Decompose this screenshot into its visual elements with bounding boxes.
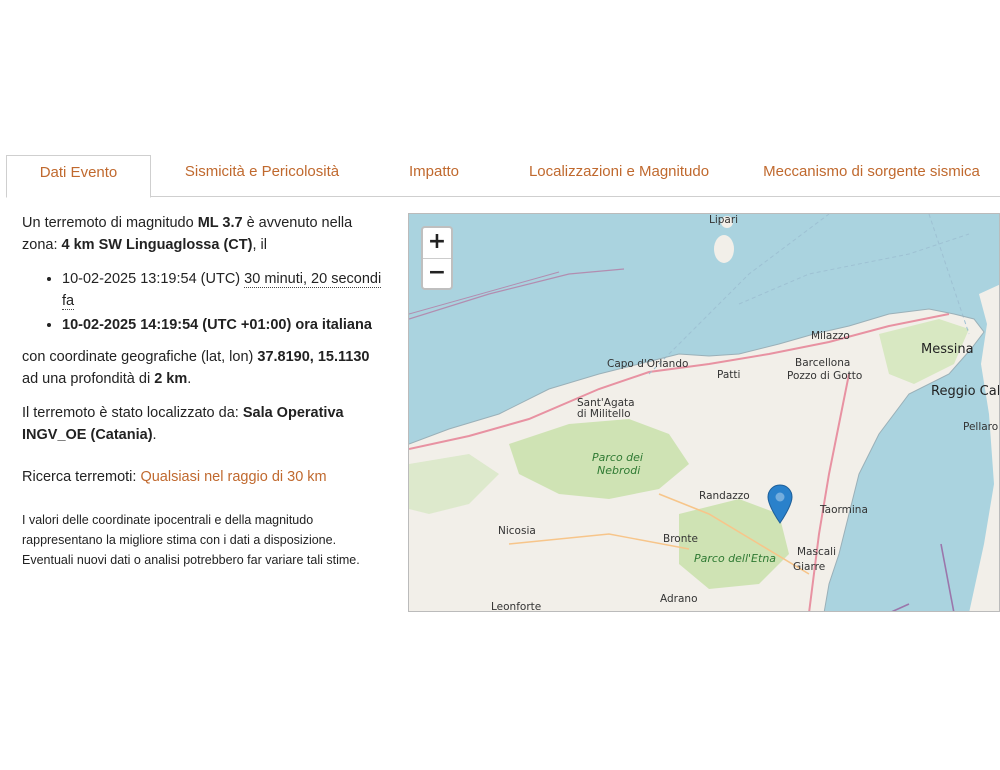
map-label-adrano: Adrano xyxy=(660,593,698,605)
map-label-mascali: Mascali xyxy=(797,546,837,558)
magnitude-value: ML 3.7 xyxy=(197,215,243,231)
map-label-etna: Parco dell'Etna xyxy=(694,552,777,565)
search-radius-link[interactable]: Qualsiasi nel raggio di 30 km xyxy=(140,469,326,485)
map-label-leonforte: Leonforte xyxy=(491,601,542,612)
map-label-bronte: Bronte xyxy=(663,533,698,545)
event-summary: Un terremoto di magnitudo ML 3.7 è avven… xyxy=(22,215,353,253)
zone-value: 4 km SW Linguaglossa (CT) xyxy=(61,237,253,253)
zoom-in-button[interactable]: + xyxy=(423,228,451,258)
time-list: 10-02-2025 13:19:54 (UTC) 30 minuti, 20 … xyxy=(62,268,387,336)
event-info-panel: Un terremoto di magnitudo ML 3.7 è avven… xyxy=(22,212,387,582)
map-label-lipari: Lipari xyxy=(709,214,739,226)
map-label-pozzo-di-gotto: Pozzo di Gotto xyxy=(787,370,863,382)
tab-meccanismo-sorgente[interactable]: Meccanismo di sorgente sismica xyxy=(743,155,1000,197)
epicenter-marker-icon[interactable] xyxy=(767,484,793,524)
map-label-nicosia: Nicosia xyxy=(498,525,536,537)
coordinates-value: 37.8190, 15.1130 xyxy=(257,349,370,365)
event-map[interactable]: Lipari Milazzo Messina Reggio Calab Capo… xyxy=(408,213,1000,612)
map-label-barcellona: Barcellona xyxy=(795,357,851,369)
map-label-taormina: Taormina xyxy=(820,504,868,516)
coordinates-text: con coordinate geografiche (lat, lon) 37… xyxy=(22,349,370,387)
map-label-patti: Patti xyxy=(717,369,741,381)
tab-bar: Dati Evento Sismicità e Pericolosità Imp… xyxy=(6,155,1000,198)
tab-localizzazioni-magnitudo[interactable]: Localizzazioni e Magnitudo xyxy=(495,155,743,197)
map-label-reggio: Reggio Calab xyxy=(931,384,1000,399)
map-label-militello: di Militello xyxy=(577,408,631,420)
located-by-text: Il terremoto è stato localizzato da: Sal… xyxy=(22,405,344,443)
tab-impatto[interactable]: Impatto xyxy=(373,155,495,197)
utc-time-item: 10-02-2025 13:19:54 (UTC) 30 minuti, 20 … xyxy=(62,268,387,312)
map-label-nebrodi-1: Parco dei xyxy=(592,451,643,464)
zoom-control: + − xyxy=(421,226,453,290)
map-label-randazzo: Randazzo xyxy=(699,490,750,502)
tab-sismicita-pericolosita[interactable]: Sismicità e Pericolosità xyxy=(151,155,373,197)
map-label-giarre: Giarre xyxy=(793,561,826,573)
zoom-out-button[interactable]: − xyxy=(423,258,451,288)
search-text: Ricerca terremoti: Qualsiasi nel raggio … xyxy=(22,469,327,485)
local-time-item: 10-02-2025 14:19:54 (UTC +01:00) ora ita… xyxy=(62,314,387,336)
map-label-capo-orlando: Capo d'Orlando xyxy=(607,358,689,370)
map-label-messina: Messina xyxy=(921,342,974,357)
map-label-pellaro: Pellaro xyxy=(963,421,999,433)
depth-value: 2 km xyxy=(154,371,188,387)
tab-dati-evento[interactable]: Dati Evento xyxy=(6,155,151,198)
disclaimer-note: I valori delle coordinate ipocentrali e … xyxy=(22,513,360,567)
map-label-milazzo: Milazzo xyxy=(811,330,850,342)
map-label-nebrodi-2: Nebrodi xyxy=(597,464,641,477)
